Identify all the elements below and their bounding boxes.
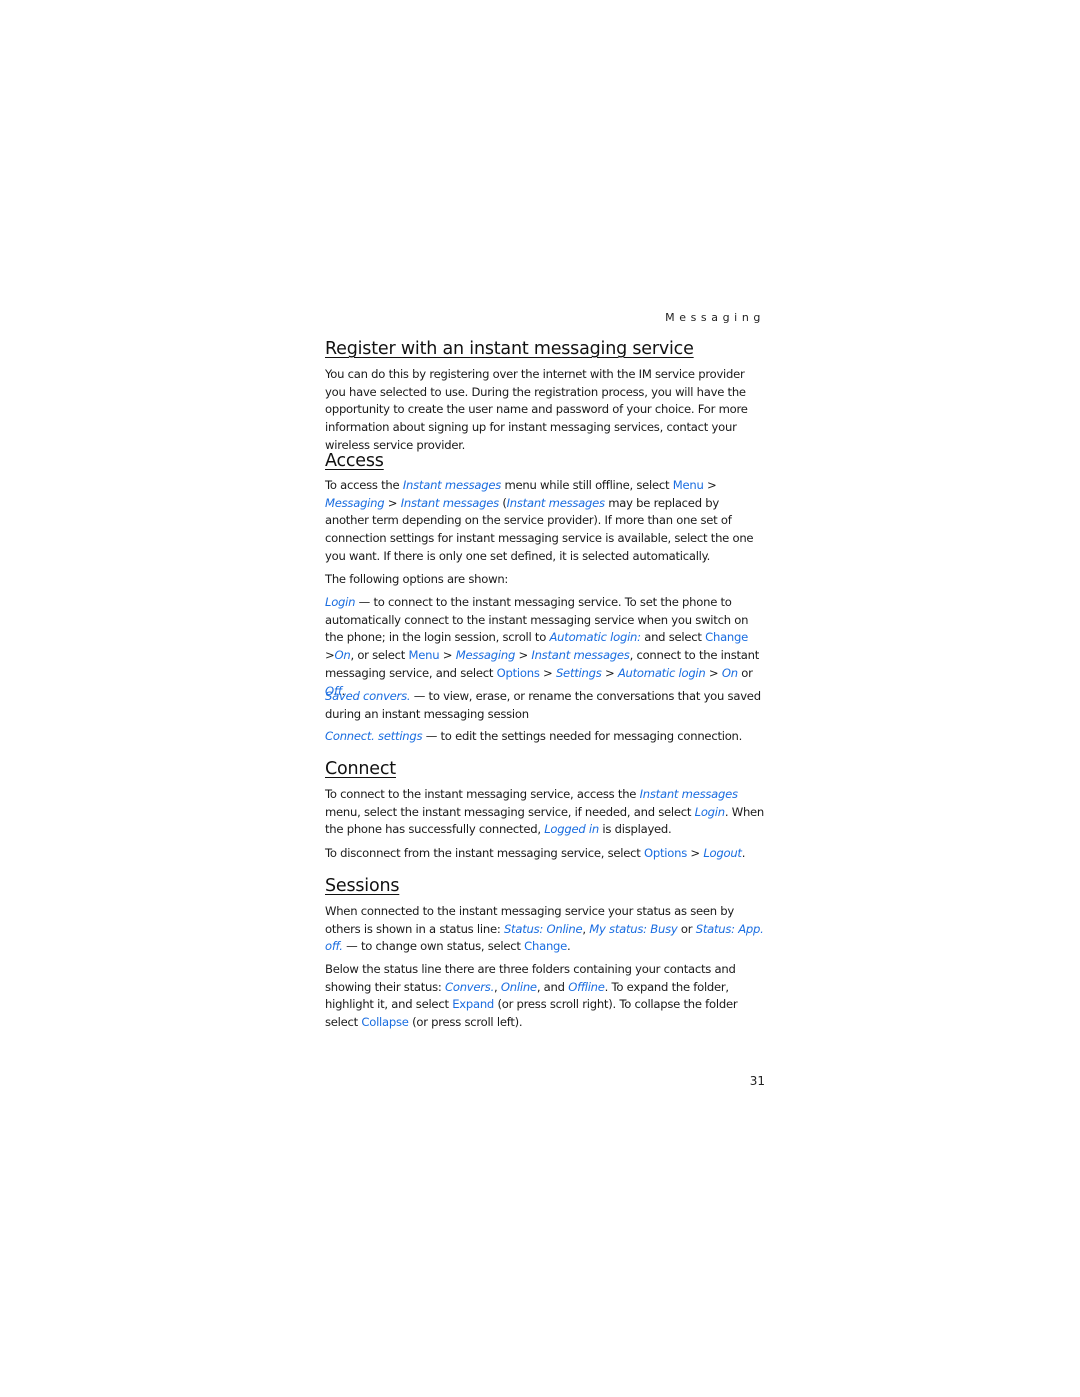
term-settings: Settings (555, 665, 602, 680)
text: , and (536, 979, 569, 994)
term-automatic-login: Automatic login: (549, 630, 642, 645)
term-connect-settings: Connect. settings (325, 729, 423, 743)
menu-item-change: Change (524, 939, 568, 954)
menu-item-menu: Menu (408, 648, 440, 663)
connect-paragraph: To connect to the instant messaging serv… (325, 786, 765, 839)
text: ( (498, 495, 507, 510)
menu-item-collapse: Collapse (361, 1015, 409, 1030)
text: To connect to the instant messaging serv… (325, 787, 640, 801)
menu-item-options: Options (644, 846, 687, 860)
term-messaging: Messaging (455, 648, 516, 663)
heading-register: Register with an instant messaging servi… (325, 339, 694, 359)
options-intro: The following options are shown: (325, 572, 509, 586)
term-login: Login (694, 804, 725, 819)
option-connect-settings: Connect. settings — to edit the settings… (325, 728, 765, 746)
menu-item-change: Change (705, 630, 749, 645)
text: To disconnect from the instant messaging… (325, 846, 644, 860)
text: (or press scroll left). (408, 1015, 523, 1030)
text: menu while still offline, select (501, 478, 673, 492)
term-status-online: Status: Online (503, 921, 583, 936)
term-logged-in: Logged in (544, 822, 599, 837)
menu-item-expand: Expand (452, 997, 495, 1012)
term-instant-messages: Instant messages (400, 495, 499, 510)
running-head: Messaging (665, 311, 765, 324)
term-messaging: Messaging (325, 495, 385, 510)
term-convers: Convers. (445, 979, 495, 994)
term-saved-convers: Saved convers. (325, 689, 411, 703)
text: or (677, 921, 696, 936)
access-paragraph: To access the Instant messages menu whil… (325, 477, 765, 566)
term-offline: Offline (568, 979, 605, 994)
term-my-status-busy: My status: Busy (589, 921, 678, 936)
term-instant-messages: Instant messages (402, 478, 502, 492)
heading-access: Access (325, 451, 384, 471)
text: , (494, 979, 501, 994)
text: , or select (350, 648, 409, 663)
option-login: Login — to connect to the instant messag… (325, 594, 765, 700)
text: > (686, 846, 704, 860)
text: > (439, 648, 456, 663)
term-instant-messages: Instant messages (639, 787, 738, 801)
text: or (737, 665, 753, 680)
text: > (703, 478, 717, 492)
sessions-paragraph-2: Below the status line there are three fo… (325, 961, 765, 1032)
register-paragraph: You can do this by registering over the … (325, 367, 748, 452)
menu-item-menu: Menu (672, 478, 704, 492)
term-automatic-login: Automatic login (617, 665, 706, 680)
text: menu, select the instant messaging servi… (325, 804, 695, 819)
term-online: Online (500, 979, 537, 994)
text: > (539, 665, 556, 680)
heading-sessions: Sessions (325, 876, 400, 896)
text: — to change own status, select (342, 939, 525, 954)
text: and select (640, 630, 706, 645)
text: . (567, 939, 571, 954)
text: — to edit the settings needed for messag… (422, 729, 743, 743)
text: > (705, 665, 722, 680)
sessions-paragraph-1: When connected to the instant messaging … (325, 903, 765, 956)
text: . (741, 846, 746, 860)
heading-connect: Connect (325, 759, 396, 779)
menu-item-options: Options (496, 665, 540, 680)
term-on: On (721, 665, 738, 680)
option-saved-convers: Saved convers. — to view, erase, or rena… (325, 688, 765, 723)
text: To access the (325, 478, 403, 492)
text: > (384, 495, 401, 510)
term-instant-messages: Instant messages (506, 495, 605, 510)
text: is displayed. (599, 822, 672, 837)
term-instant-messages: Instant messages (531, 648, 630, 663)
term-login: Login (325, 595, 356, 609)
page-number: 31 (749, 1074, 765, 1088)
text: > (601, 665, 618, 680)
text: > (515, 648, 532, 663)
disconnect-paragraph: To disconnect from the instant messaging… (325, 845, 765, 863)
term-on: On (334, 648, 351, 663)
term-logout: Logout (703, 846, 742, 860)
